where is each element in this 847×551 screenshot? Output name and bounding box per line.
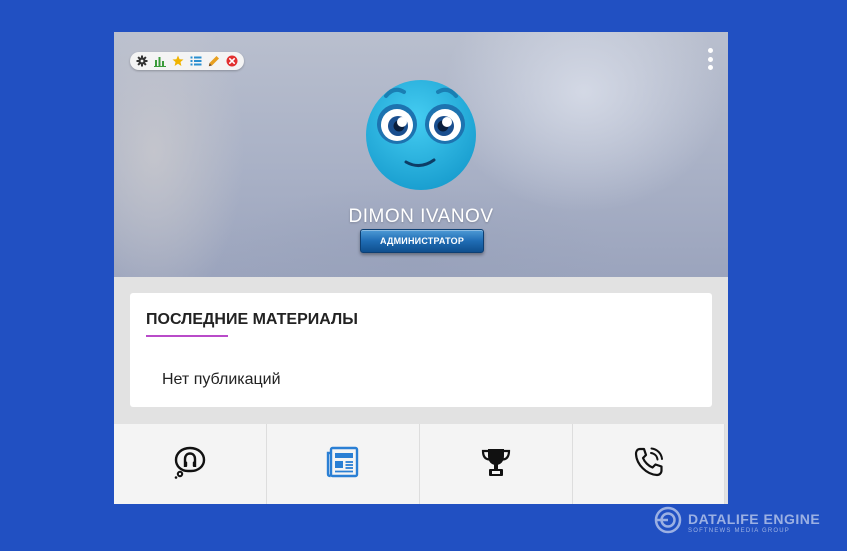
profile-nav — [114, 424, 728, 504]
trophy-icon — [479, 445, 513, 484]
profile-cover: DIMON IVANOV АДМИНИСТРАТОР — [114, 32, 728, 277]
profile-username: DIMON IVANOV — [348, 206, 494, 227]
nav-item-thoughts[interactable] — [114, 424, 267, 504]
pencil-icon[interactable] — [208, 55, 220, 67]
bar-chart-icon[interactable] — [154, 55, 166, 67]
more-menu-icon[interactable] — [706, 48, 714, 70]
profile-card: DIMON IVANOV АДМИНИСТРАТОР ПОСЛЕДНИЕ МАТ… — [114, 32, 728, 504]
nav-item-contacts[interactable] — [573, 424, 725, 504]
kebab-dot — [707, 65, 713, 70]
star-icon[interactable] — [172, 55, 184, 67]
watermark-title: DATALIFE ENGINE — [688, 510, 821, 527]
datalife-logo-icon — [654, 506, 682, 539]
panel-title: ПОСЛЕДНИЕ МАТЕРИАЛЫ — [146, 311, 358, 328]
role-badge: АДМИНИСТРАТОР — [360, 229, 484, 253]
admin-toolbar — [130, 52, 244, 70]
kebab-dot — [707, 48, 713, 53]
phone-icon — [632, 445, 666, 484]
nav-item-awards[interactable] — [420, 424, 573, 504]
title-underline — [146, 335, 228, 337]
thought-bubble-icon — [173, 445, 207, 484]
watermark: DATALIFE ENGINE SOFTNEWS MEDIA GROUP — [654, 506, 820, 539]
gear-icon[interactable] — [136, 55, 148, 67]
watermark-subtitle: SOFTNEWS MEDIA GROUP — [688, 527, 791, 534]
empty-state-text: Нет публикаций — [162, 371, 281, 388]
nav-item-news[interactable] — [267, 424, 420, 504]
newspaper-icon — [326, 445, 360, 484]
latest-materials-panel: ПОСЛЕДНИЕ МАТЕРИАЛЫ Нет публикаций — [130, 293, 712, 407]
list-icon[interactable] — [190, 55, 202, 67]
kebab-dot — [707, 56, 713, 62]
watermark-text: DATALIFE ENGINE SOFTNEWS MEDIA GROUP — [688, 512, 820, 534]
close-icon[interactable] — [226, 55, 238, 67]
avatar[interactable] — [364, 78, 478, 192]
